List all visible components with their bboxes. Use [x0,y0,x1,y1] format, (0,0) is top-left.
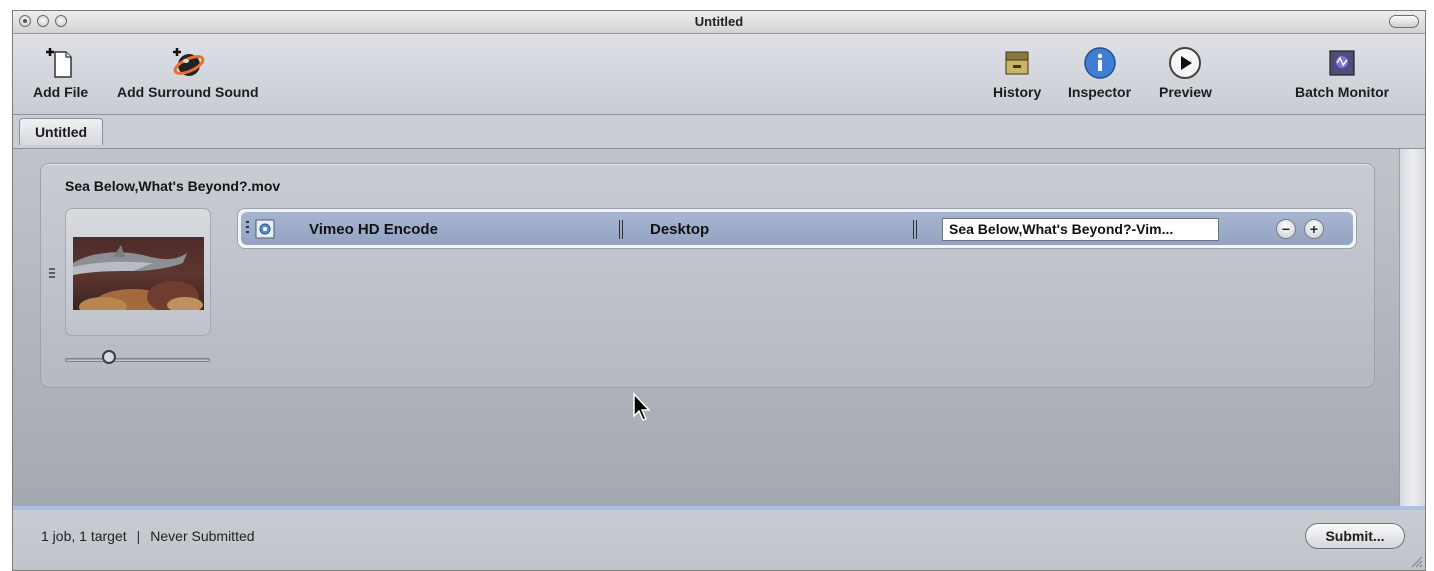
add-file-button[interactable]: Add File [33,46,88,100]
thumbnail-scrub-slider-track[interactable] [65,358,210,362]
play-icon [1168,46,1202,80]
add-target-button[interactable]: + [1304,219,1324,239]
status-text: 1 job, 1 target | Never Submitted [41,528,255,544]
add-file-icon [44,46,78,80]
preview-button[interactable]: Preview [1159,46,1212,100]
target-destination[interactable]: Desktop [650,212,709,247]
inspector-button[interactable]: Inspector [1068,46,1131,100]
history-drawer-icon [1000,46,1034,80]
tab-strip: Untitled [13,115,1425,149]
target-setting-name: Vimeo HD Encode [309,221,438,238]
add-surround-sound-label: Add Surround Sound [117,84,259,100]
output-filename-field[interactable]: Sea Below,What's Beyond?-Vim... [942,218,1219,241]
window-title: Untitled [694,14,744,29]
toolbar-toggle-button[interactable] [1389,15,1419,28]
submission-status: Never Submitted [150,528,255,544]
job-drag-handle[interactable] [49,268,55,284]
resize-grip-icon[interactable] [1409,554,1423,568]
target-drag-handle[interactable] [246,221,249,237]
add-file-label: Add File [33,84,89,100]
column-divider-2 [913,220,918,239]
history-label: History [993,84,1042,100]
batch-monitor-button[interactable]: Batch Monitor [1295,46,1389,100]
status-separator: | [136,528,141,544]
job-panel[interactable]: Sea Below,What's Beyond?.mov Vimeo HD En… [40,163,1375,388]
target-row[interactable]: Vimeo HD Encode Desktop Sea Below,What's… [237,208,1357,249]
compressor-window: Untitled Add File Add Surround Sound His… [12,10,1426,571]
submit-button[interactable]: Submit... [1305,523,1405,549]
inspector-label: Inspector [1068,84,1132,100]
minus-icon: − [1281,221,1291,237]
source-thumbnail [73,237,204,310]
vertical-scrollbar[interactable] [1399,149,1425,506]
add-surround-sound-button[interactable]: Add Surround Sound [117,46,259,100]
target-row-highlight: Vimeo HD Encode Desktop Sea Below,What's… [241,212,1353,245]
status-bar: 1 job, 1 target | Never Submitted Submit..… [13,506,1425,570]
source-file-name: Sea Below,What's Beyond?.mov [65,178,281,194]
tab-untitled[interactable]: Untitled [19,118,103,145]
info-icon [1083,46,1117,80]
thumbnail-scrub-slider-knob[interactable] [101,350,116,364]
column-divider-1 [619,220,624,239]
surround-sound-icon [171,46,205,80]
job-count-status: 1 job, 1 target [41,528,127,544]
batch-monitor-label: Batch Monitor [1295,84,1390,100]
batch-monitor-icon [1325,46,1359,80]
title-bar: Untitled [13,11,1425,34]
remove-target-button[interactable]: − [1276,219,1296,239]
mouse-pointer-icon [632,392,654,424]
setting-icon [254,218,276,240]
plus-icon: + [1309,221,1319,237]
history-button[interactable]: History [993,46,1041,100]
preview-label: Preview [1159,84,1212,100]
toolbar: Add File Add Surround Sound History Insp… [13,34,1425,115]
source-thumbnail-frame[interactable] [65,208,211,336]
batch-content-area: Sea Below,What's Beyond?.mov Vimeo HD En… [13,149,1399,506]
